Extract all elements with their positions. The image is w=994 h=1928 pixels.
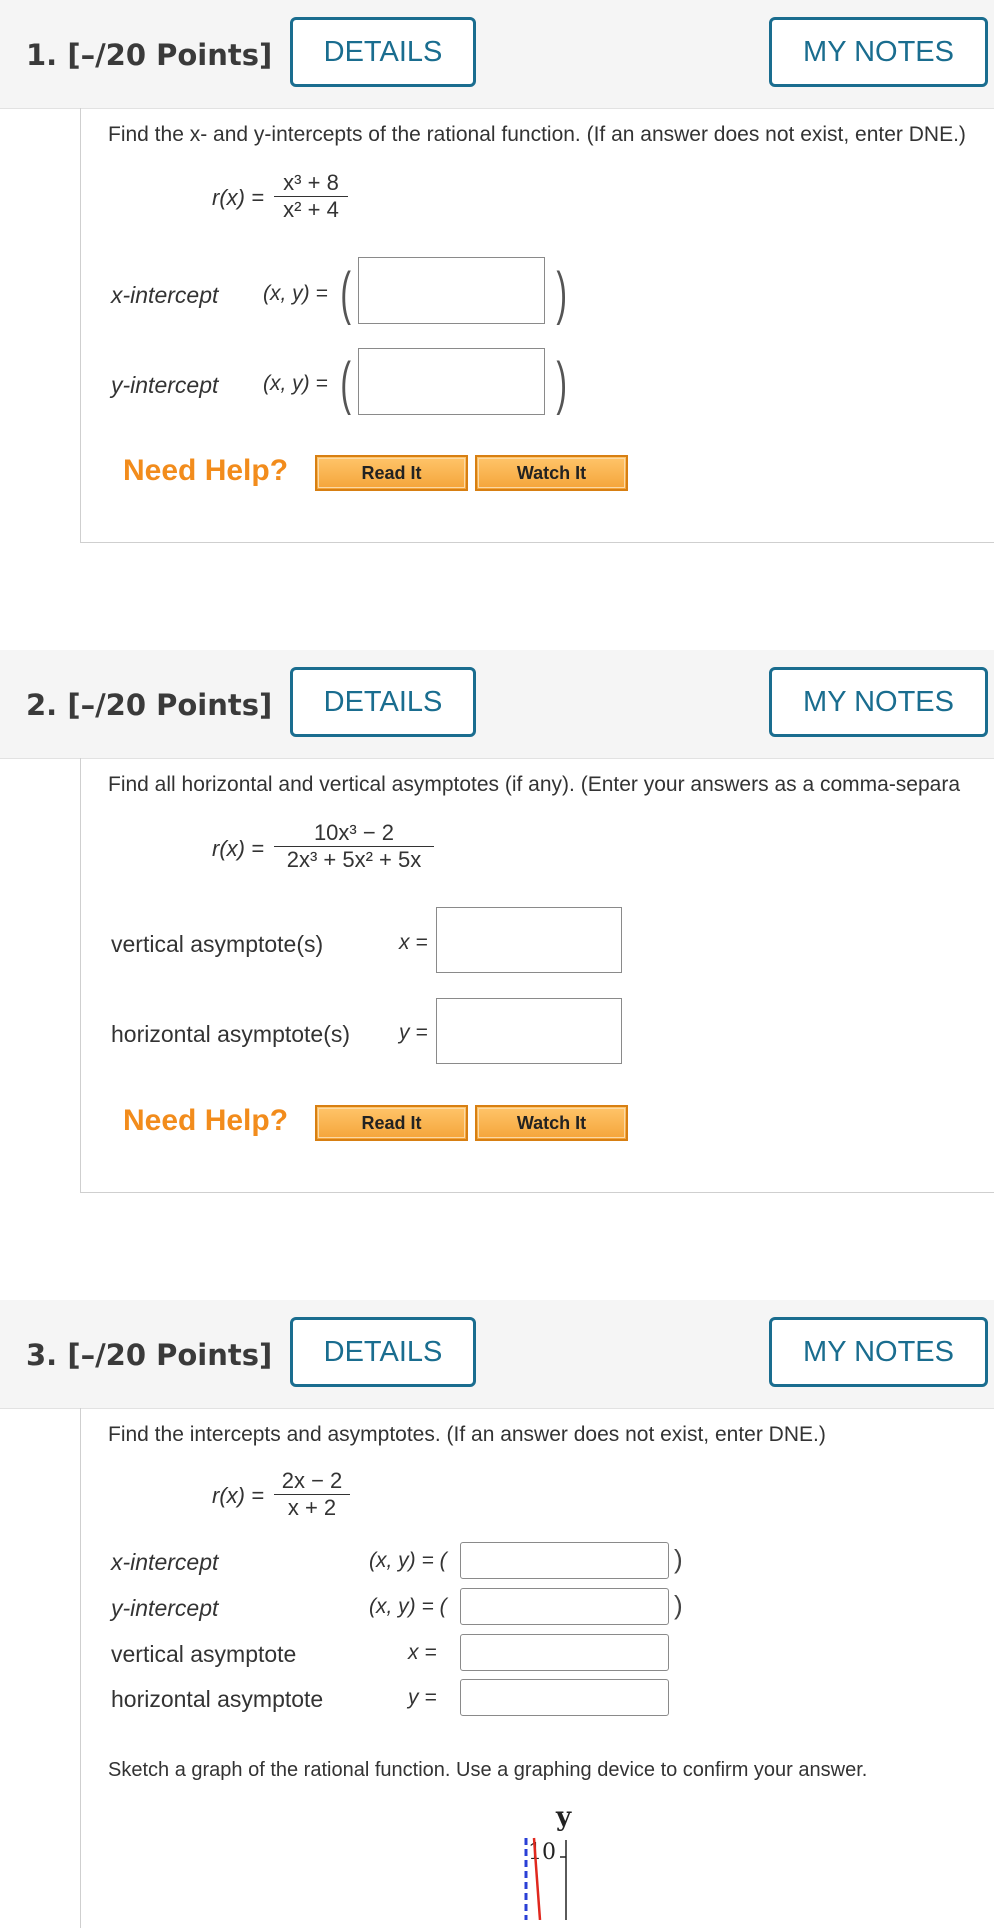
numerator: x³ + 8 [283,170,339,195]
need-help-label: Need Help? [123,454,289,487]
read-it-button[interactable]: Read It [315,455,468,491]
close-paren: ) [556,351,567,416]
vertical-asymptote-label: vertical asymptote [111,1641,297,1667]
horizontal-asymptote-label: horizontal asymptote [111,1686,324,1712]
question-1-prompt: Find the x- and y-intercepts of the rati… [108,123,966,146]
function-lhs: r(x) = [212,836,264,861]
y-intercept-label: y-intercept [111,372,219,398]
close-paren: ) [674,1544,683,1574]
horizontal-asymptote-label: horizontal asymptote(s) [111,1021,351,1047]
my-notes-button[interactable]: MY NOTES [769,17,988,87]
question-2-prompt: Find all horizontal and vertical asympto… [108,773,961,796]
question-2-header: 2. [–/20 Points] DETAILS MY NOTES [0,650,994,759]
x-intercept-label: x-intercept [111,1549,219,1575]
vertical-asymptote-input[interactable] [460,1634,669,1671]
my-notes-button[interactable]: MY NOTES [769,1317,988,1387]
watch-it-button[interactable]: Watch It [475,455,628,491]
function-fraction: 10x³ − 2 2x³ + 5x² + 5x [274,820,434,873]
horizontal-asymptote-input[interactable] [436,998,622,1064]
question-3-prompt: Find the intercepts and asymptotes. (If … [108,1423,826,1446]
xy-prefix: (x, y) = [263,372,328,395]
y-equals: y = [399,1021,428,1044]
question-3-number: 3. [–/20 Points] [26,1338,273,1372]
function-lhs: r(x) = [212,1483,264,1508]
y-intercept-input[interactable] [358,348,545,415]
denominator: 2x³ + 5x² + 5x [274,846,434,873]
function-fraction: 2x − 2 x + 2 [274,1468,350,1521]
details-button[interactable]: DETAILS [290,17,476,87]
numerator: 2x − 2 [281,1468,343,1493]
my-notes-button[interactable]: MY NOTES [769,667,988,737]
horizontal-asymptote-input[interactable] [460,1679,669,1716]
sketch-prompt: Sketch a graph of the rational function.… [108,1759,868,1781]
question-1-header: 1. [–/20 Points] DETAILS MY NOTES [0,0,994,109]
x-equals: x = [399,931,428,954]
close-paren: ) [674,1590,683,1620]
need-help-label: Need Help? [123,1104,289,1137]
open-paren: ( [340,351,351,416]
xy-prefix: (x, y) = ( [369,1595,447,1618]
x-intercept-label: x-intercept [111,282,219,308]
graph-y-axis-label: y [556,1802,572,1832]
y-intercept-label: y-intercept [111,1595,219,1621]
x-intercept-input[interactable] [358,257,545,324]
graph-canvas[interactable] [500,1835,600,1920]
read-it-button[interactable]: Read It [315,1105,468,1141]
watch-it-button[interactable]: Watch It [475,1105,628,1141]
question-2-number: 2. [–/20 Points] [26,688,273,722]
close-paren: ) [556,261,567,326]
question-3-header: 3. [–/20 Points] DETAILS MY NOTES [0,1300,994,1409]
x-intercept-input[interactable] [460,1542,669,1579]
function-fraction: x³ + 8 x² + 4 [274,170,348,223]
open-paren: ( [340,261,351,326]
y-equals: y = [408,1686,437,1709]
details-button[interactable]: DETAILS [290,667,476,737]
x-equals: x = [408,1641,437,1664]
denominator: x + 2 [274,1494,350,1521]
function-lhs: r(x) = [212,185,264,210]
question-1-number: 1. [–/20 Points] [26,38,273,72]
xy-prefix: (x, y) = [263,282,328,305]
y-intercept-input[interactable] [460,1588,669,1625]
vertical-asymptote-input[interactable] [436,907,622,973]
denominator: x² + 4 [274,196,348,223]
details-button[interactable]: DETAILS [290,1317,476,1387]
vertical-asymptote-label: vertical asymptote(s) [111,931,324,957]
xy-prefix: (x, y) = ( [369,1549,447,1572]
numerator: 10x³ − 2 [313,820,395,845]
function-curve [532,1837,542,1920]
